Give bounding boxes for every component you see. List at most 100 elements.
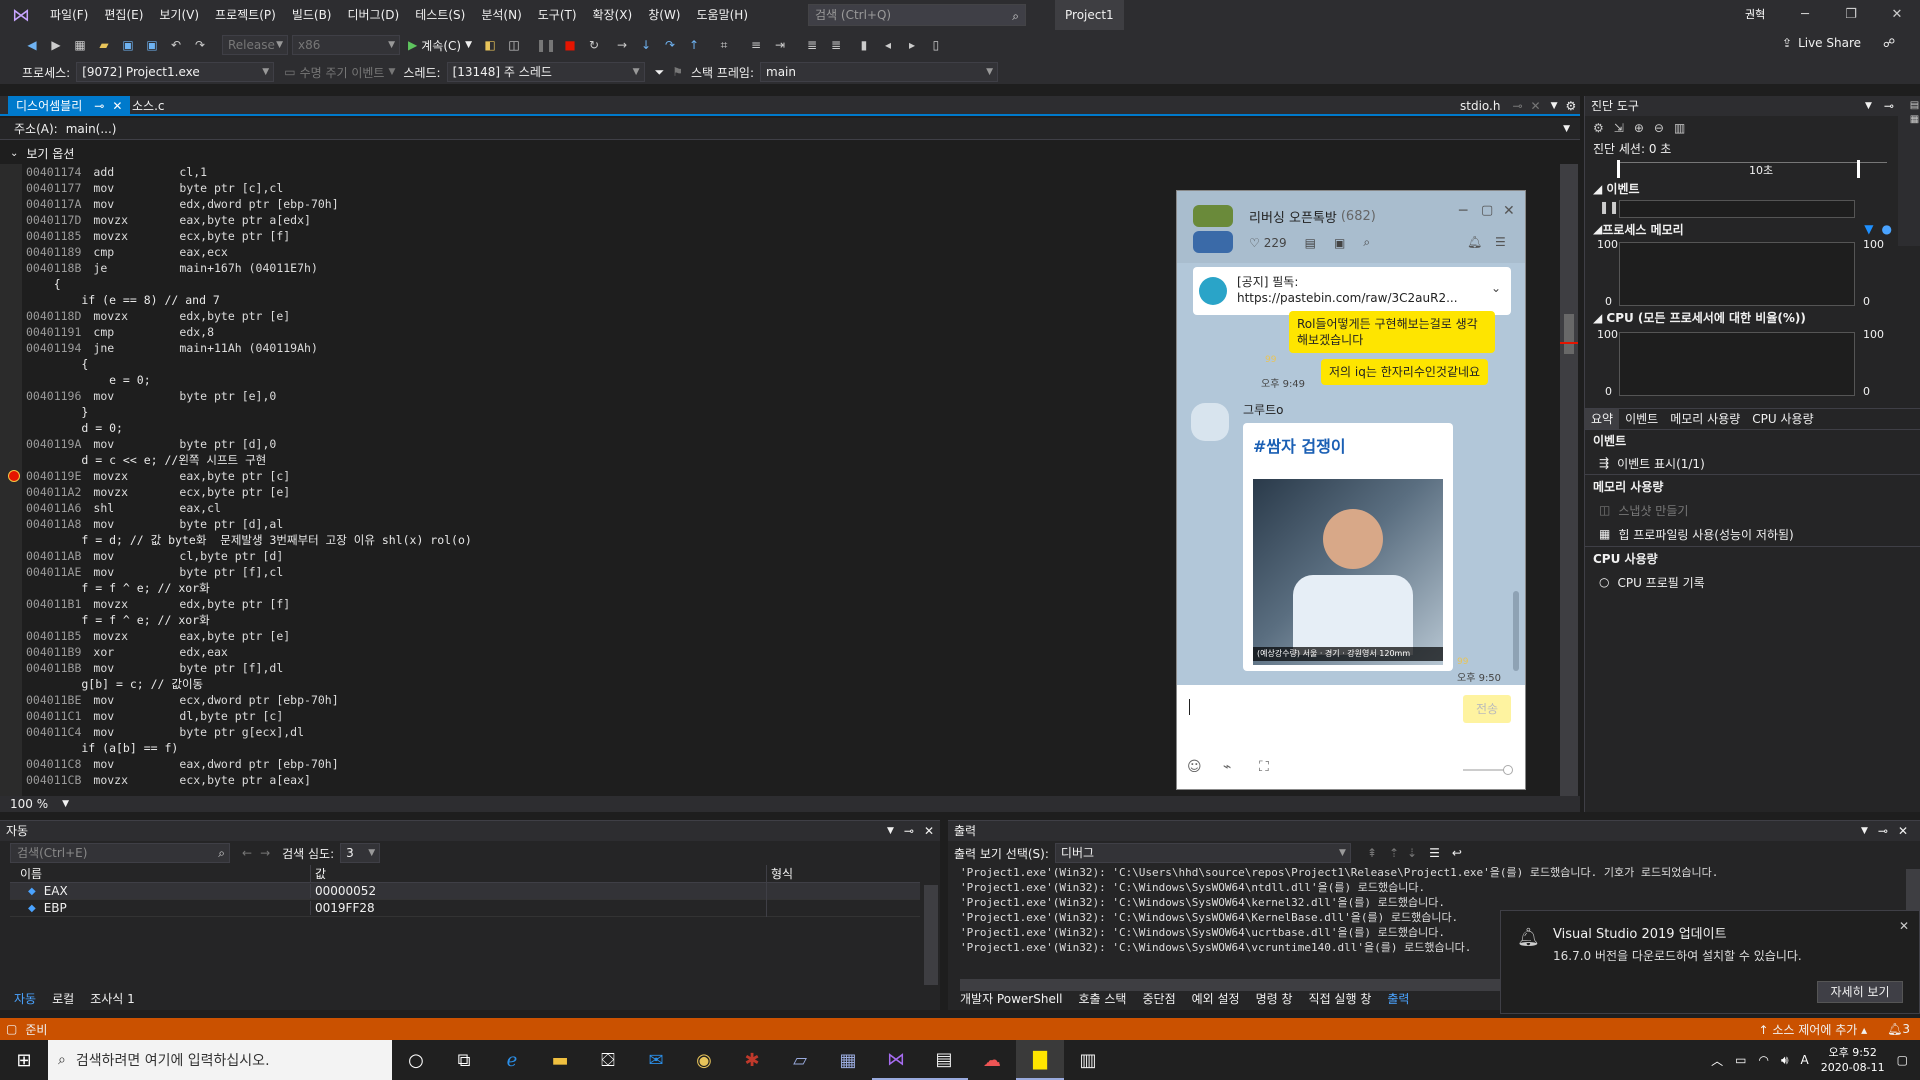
- code-line[interactable]: 00401185 movzx ecx,byte ptr [f]: [26, 228, 290, 244]
- code-line[interactable]: 004011C8 mov eax,dword ptr [ebp-70h]: [26, 756, 339, 772]
- wifi-icon[interactable]: ◠: [1758, 1053, 1768, 1067]
- filter-icon[interactable]: ⏷: [655, 65, 665, 80]
- window-app-icon[interactable]: ▤: [920, 1040, 968, 1080]
- variable-value[interactable]: 0019FF28: [310, 901, 766, 915]
- depth-combo[interactable]: 3 ▼: [340, 843, 381, 863]
- back-icon[interactable]: ←: [242, 846, 252, 860]
- edge-icon[interactable]: ℯ: [488, 1040, 536, 1080]
- menu-item[interactable]: 분석(N): [473, 0, 529, 30]
- show-events-link[interactable]: ⇶ 이벤트 표시(1/1): [1585, 452, 1920, 474]
- attach-icon[interactable]: ◧: [480, 35, 500, 55]
- visual-studio-logo-icon[interactable]: ⋈: [0, 0, 42, 30]
- notice-banner[interactable]: [공지] 필독: https://pastebin.com/raw/3C2auR…: [1193, 267, 1511, 315]
- code-line[interactable]: 0040119E movzx eax,byte ptr [c]: [26, 468, 290, 484]
- code-line[interactable]: g[b] = c; // 값이동: [26, 676, 203, 692]
- code-line[interactable]: 004011AE mov byte ptr [f],cl: [26, 564, 283, 580]
- step-out-icon[interactable]: ↑: [684, 35, 704, 55]
- album-icon[interactable]: ▣: [1334, 236, 1345, 250]
- clear-all-icon[interactable]: ☰: [1429, 846, 1440, 860]
- likes-button[interactable]: ♡ 229 ▤ ▣ ⌕: [1249, 235, 1370, 250]
- chevron-down-icon[interactable]: ▼: [62, 799, 69, 809]
- bottom-tab[interactable]: 직접 실행 창: [1301, 989, 1380, 1009]
- bottom-tab[interactable]: 개발자 PowerShell: [952, 989, 1071, 1009]
- chevron-down-icon[interactable]: ▼: [1563, 124, 1570, 134]
- chevron-down-icon[interactable]: ▼: [887, 821, 894, 841]
- memory-chart[interactable]: [1619, 242, 1855, 306]
- pin-icon[interactable]: ⊸: [1878, 821, 1888, 841]
- code-line[interactable]: 0040118B je main+167h (04011E7h): [26, 260, 318, 276]
- breakpoint-icon[interactable]: [8, 470, 20, 482]
- platform-combo[interactable]: x86 ▼: [292, 35, 400, 55]
- code-line[interactable]: 004011B1 movzx edx,byte ptr [f]: [26, 596, 290, 612]
- code-line[interactable]: 004011B9 xor edx,eax: [26, 644, 228, 660]
- bottom-tab[interactable]: 호출 스택: [1071, 989, 1135, 1009]
- code-horizontal-scrollbar[interactable]: 100 % ▼: [0, 796, 1580, 812]
- open-folder-icon[interactable]: ▰: [94, 35, 114, 55]
- store-icon[interactable]: ⛋: [584, 1040, 632, 1080]
- code-line[interactable]: 004011A2 movzx ecx,byte ptr [e]: [26, 484, 290, 500]
- redo-icon[interactable]: ↷: [190, 35, 210, 55]
- diag-tab[interactable]: CPU 사용량: [1746, 409, 1819, 429]
- menu-icon[interactable]: ☰: [1495, 235, 1506, 249]
- code-line[interactable]: }: [26, 404, 88, 420]
- output-source-combo[interactable]: 디버그 ▼: [1054, 843, 1351, 863]
- menu-item[interactable]: 편집(E): [96, 0, 151, 30]
- autos-scrollbar[interactable]: [924, 885, 938, 985]
- chrome-icon[interactable]: ◉: [680, 1040, 728, 1080]
- events-section-title[interactable]: ◢ 이벤트: [1585, 180, 1920, 198]
- code-line[interactable]: f = f ^ e; // xor화: [26, 612, 209, 628]
- maximize-icon[interactable]: ▢: [1481, 203, 1493, 218]
- code-line[interactable]: d = c << e; //왼쪽 시프트 구현: [26, 452, 266, 468]
- menu-item[interactable]: 파일(F): [42, 0, 96, 30]
- step-into-icon[interactable]: ↓: [636, 35, 656, 55]
- next-bookmark-icon[interactable]: ▸: [902, 35, 922, 55]
- timeline-handle[interactable]: [1857, 160, 1860, 178]
- code-line[interactable]: 0040117D movzx eax,byte ptr a[edx]: [26, 212, 311, 228]
- prev-bookmark-icon[interactable]: ◂: [878, 35, 898, 55]
- minimize-icon[interactable]: ─: [1782, 0, 1828, 30]
- undo-icon[interactable]: ↶: [166, 35, 186, 55]
- feedback-icon[interactable]: ☍: [1883, 36, 1895, 50]
- minimize-icon[interactable]: ─: [1459, 203, 1467, 219]
- address-input[interactable]: main(...): [66, 122, 117, 136]
- code-line[interactable]: 004011AB mov cl,byte ptr [d]: [26, 548, 283, 564]
- table-row[interactable]: ◆ EAX 00000052: [10, 882, 920, 900]
- process-combo[interactable]: [9072] Project1.exe ▼: [76, 62, 275, 82]
- cpu-chart[interactable]: [1619, 332, 1855, 396]
- bottom-tab[interactable]: 로컬: [44, 989, 82, 1009]
- app-window-icon[interactable]: ▥: [1064, 1040, 1112, 1080]
- heap-profiling-button[interactable]: ▦ 힙 프로파일링 사용(성능이 저하됨): [1585, 522, 1920, 546]
- show-next-statement-icon[interactable]: →: [612, 35, 632, 55]
- bottom-tab[interactable]: 자동: [6, 989, 44, 1009]
- code-line[interactable]: 00401194 jne main+11Ah (040119Ah): [26, 340, 318, 356]
- chart-icon[interactable]: ▥: [1674, 121, 1685, 135]
- code-line[interactable]: 004011BE mov ecx,dword ptr [ebp-70h]: [26, 692, 339, 708]
- capture-icon[interactable]: ⛶: [1259, 759, 1269, 775]
- quick-search-input[interactable]: 검색 (Ctrl+Q) ⌕: [808, 4, 1026, 26]
- view-options-bar[interactable]: ⌄ 보기 옵션: [0, 142, 1580, 164]
- comment-icon[interactable]: ≣: [802, 35, 822, 55]
- close-icon[interactable]: ✕: [1531, 99, 1541, 113]
- ime-indicator[interactable]: A: [1801, 1053, 1809, 1067]
- search-icon[interactable]: ⌕: [1363, 235, 1370, 250]
- code-line[interactable]: 00401191 cmp edx,8: [26, 324, 214, 340]
- action-center-icon[interactable]: ▢: [1897, 1053, 1908, 1067]
- pin-icon[interactable]: ⊸: [1512, 99, 1522, 113]
- timeline-ruler[interactable]: 10초: [1585, 158, 1920, 180]
- menu-item[interactable]: 디버그(D): [340, 0, 408, 30]
- send-button[interactable]: 전송: [1463, 695, 1511, 723]
- side-tool-strip[interactable]: ▤ ▦: [1898, 96, 1920, 246]
- variable-value[interactable]: 00000052: [310, 884, 766, 898]
- notes-icon[interactable]: ▤: [1305, 236, 1316, 250]
- zoom-in-icon[interactable]: ⊕: [1634, 121, 1644, 135]
- step-over-icon[interactable]: ↷: [660, 35, 680, 55]
- continue-button[interactable]: ▶ 계속(C) ▼: [408, 37, 472, 54]
- code-line[interactable]: 0040118D movzx edx,byte ptr [e]: [26, 308, 290, 324]
- code-line[interactable]: 004011A6 shl eax,cl: [26, 500, 221, 516]
- code-line[interactable]: 004011C1 mov dl,byte ptr [c]: [26, 708, 283, 724]
- code-line[interactable]: 004011BB mov byte ptr [f],dl: [26, 660, 283, 676]
- new-project-icon[interactable]: ▦: [70, 35, 90, 55]
- indent-icon[interactable]: ⇥: [770, 35, 790, 55]
- col-type[interactable]: 형식: [766, 865, 916, 882]
- lifecycle-icon[interactable]: ▭: [284, 65, 295, 79]
